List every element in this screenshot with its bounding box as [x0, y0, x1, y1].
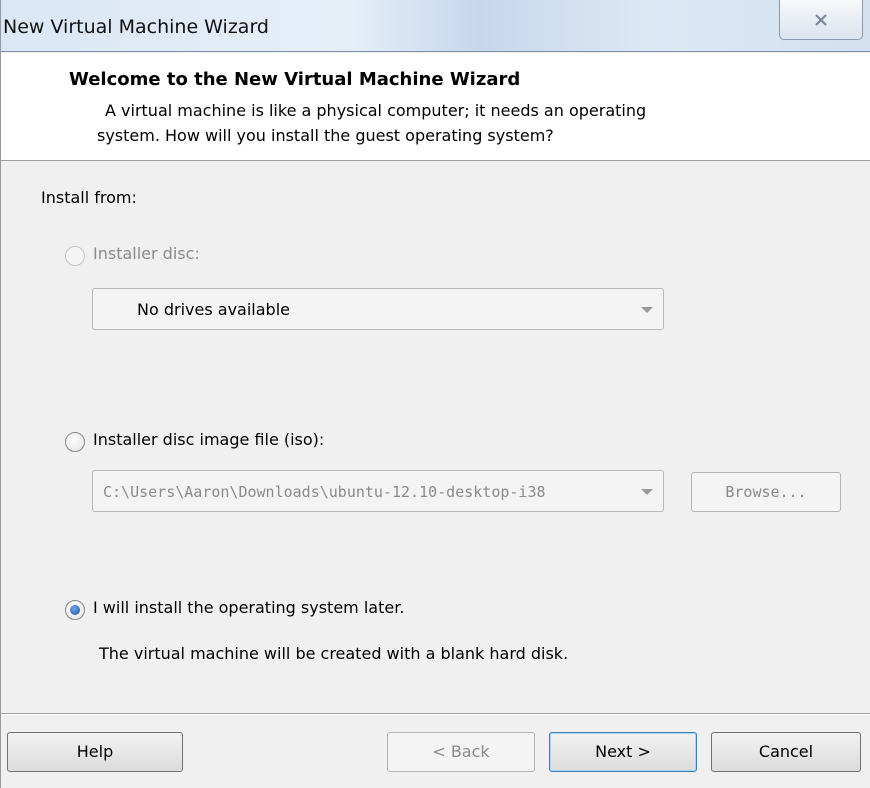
installer-disc-dropdown-value: No drives available: [137, 300, 290, 319]
install-later-description: The virtual machine will be created with…: [99, 644, 569, 663]
wizard-header: Welcome to the New Virtual Machine Wizar…: [1, 53, 870, 161]
header-description: A virtual machine is like a physical com…: [97, 98, 805, 148]
iso-file-label: Installer disc image file (iso):: [93, 430, 325, 449]
help-button[interactable]: Help: [7, 732, 183, 772]
installer-disc-dropdown[interactable]: No drives available: [92, 288, 664, 330]
install-later-radio[interactable]: [65, 600, 85, 620]
header-title: Welcome to the New Virtual Machine Wizar…: [69, 69, 521, 90]
window-title: New Virtual Machine Wizard: [3, 16, 269, 38]
installer-disc-radio[interactable]: [65, 246, 85, 266]
install-from-label: Install from:: [41, 188, 137, 207]
wizard-window: New Virtual Machine Wizard Welcome to th…: [0, 0, 870, 788]
header-description-line1: A virtual machine is like a physical com…: [105, 101, 647, 120]
install-later-label: I will install the operating system late…: [93, 598, 405, 617]
chevron-down-icon: [641, 307, 653, 313]
title-bar[interactable]: New Virtual Machine Wizard: [1, 0, 870, 52]
header-description-line2: system. How will you install the guest o…: [97, 126, 554, 145]
footer-divider-highlight: [1, 714, 870, 715]
cancel-button[interactable]: Cancel: [711, 732, 861, 772]
installer-disc-label: Installer disc:: [93, 244, 200, 263]
back-button[interactable]: < Back: [387, 732, 535, 772]
iso-file-radio[interactable]: [65, 432, 85, 452]
next-button[interactable]: Next >: [549, 732, 697, 772]
chevron-down-icon: [641, 489, 653, 495]
close-button[interactable]: [779, 0, 863, 40]
iso-path-combobox[interactable]: C:\Users\Aaron\Downloads\ubuntu-12.10-de…: [92, 470, 664, 512]
radio-selected-dot: [70, 605, 80, 615]
close-icon: [815, 13, 827, 26]
browse-button[interactable]: Browse...: [691, 472, 841, 512]
iso-path-value: C:\Users\Aaron\Downloads\ubuntu-12.10-de…: [103, 483, 546, 501]
